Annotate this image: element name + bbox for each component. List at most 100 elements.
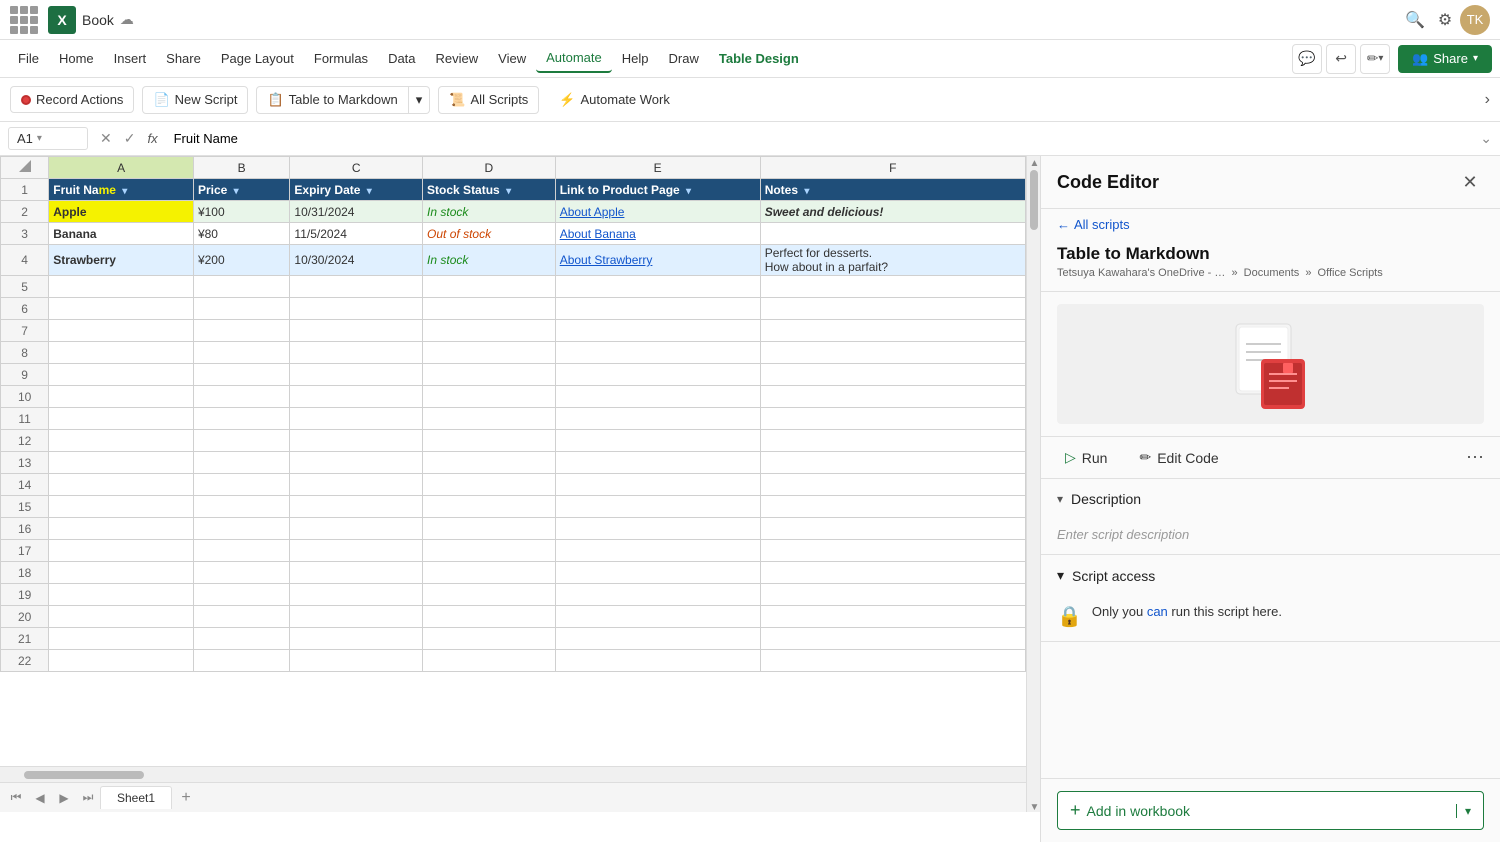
- menu-formulas[interactable]: Formulas: [304, 45, 378, 72]
- lock-icon: 🔒: [1057, 604, 1082, 629]
- spreadsheet: A B C D E F 1 Fruit Name ▾: [0, 156, 1026, 812]
- cell-f1[interactable]: Notes ▾: [760, 179, 1025, 201]
- edit-code-button[interactable]: ✏ Edit Code: [1131, 445, 1226, 470]
- edit-icon-btn[interactable]: ✏ ▾: [1360, 44, 1390, 74]
- sheet-nav-next[interactable]: ▶: [52, 786, 76, 810]
- filter-icon-d1[interactable]: ▾: [506, 186, 511, 197]
- filter-icon-c1[interactable]: ▾: [367, 186, 372, 197]
- panel-header: Code Editor ✕: [1041, 156, 1500, 209]
- cell-b1[interactable]: Price ▾: [193, 179, 289, 201]
- v-scrollbar-thumb[interactable]: [1030, 170, 1038, 230]
- menu-table-design[interactable]: Table Design: [709, 45, 809, 72]
- table-row: 10: [1, 386, 1026, 408]
- scrollbar-down-btn[interactable]: ▼: [1030, 802, 1038, 810]
- expand-formula-button[interactable]: ⌄: [1480, 130, 1492, 147]
- filter-icon-f1[interactable]: ▾: [804, 186, 809, 197]
- toolbar-more-button[interactable]: ›: [1485, 91, 1490, 109]
- menu-automate[interactable]: Automate: [536, 44, 612, 73]
- table-to-markdown-button[interactable]: 📋 Table to Markdown: [256, 86, 408, 114]
- cell-d4[interactable]: In stock: [423, 245, 556, 276]
- cell-a3[interactable]: Banana: [49, 223, 194, 245]
- menu-insert[interactable]: Insert: [104, 45, 157, 72]
- sheet-tab-sheet1[interactable]: Sheet1: [100, 786, 172, 809]
- script-access-header[interactable]: ▾ Script access: [1041, 555, 1500, 596]
- search-button[interactable]: 🔍: [1400, 5, 1430, 35]
- cell-c4[interactable]: 10/30/2024: [290, 245, 423, 276]
- filter-icon-b1[interactable]: ▾: [234, 186, 239, 197]
- panel-more-button[interactable]: ⋯: [1466, 447, 1484, 468]
- menu-home[interactable]: Home: [49, 45, 104, 72]
- sheet-nav-prev[interactable]: ◀: [28, 786, 52, 810]
- script-info: Table to Markdown Tetsuya Kawahara's One…: [1041, 240, 1500, 292]
- history-icon-btn[interactable]: ↩: [1326, 44, 1356, 74]
- filter-icon-a1[interactable]: ▾: [122, 186, 127, 197]
- add-workbook-dropdown-icon[interactable]: ▾: [1456, 804, 1471, 818]
- menu-file[interactable]: File: [8, 45, 49, 72]
- add-sheet-button[interactable]: +: [174, 786, 198, 810]
- menu-review[interactable]: Review: [426, 45, 489, 72]
- run-button[interactable]: ▷ Run: [1057, 445, 1115, 470]
- cell-a2[interactable]: Apple: [49, 201, 194, 223]
- automate-work-button[interactable]: ⚡ Automate Work: [547, 87, 682, 113]
- main-content: A B C D E F 1 Fruit Name ▾: [0, 156, 1500, 812]
- col-header-d[interactable]: D: [423, 157, 556, 179]
- menu-share[interactable]: Share: [156, 45, 211, 72]
- menu-page-layout[interactable]: Page Layout: [211, 45, 304, 72]
- close-panel-button[interactable]: ✕: [1456, 168, 1484, 196]
- vertical-scrollbar[interactable]: ▲ ▼: [1026, 156, 1040, 812]
- script-access-chevron-icon: ▾: [1057, 567, 1064, 584]
- sheet-nav-last[interactable]: ⏭: [76, 786, 100, 810]
- table-row: 14: [1, 474, 1026, 496]
- new-script-button[interactable]: 📄 New Script: [142, 86, 248, 114]
- cell-f2[interactable]: Sweet and delicious!: [760, 201, 1025, 223]
- formula-input[interactable]: [170, 129, 1473, 148]
- cell-b4[interactable]: ¥200: [193, 245, 289, 276]
- menu-view[interactable]: View: [488, 45, 536, 72]
- menu-draw[interactable]: Draw: [659, 45, 709, 72]
- cell-b3[interactable]: ¥80: [193, 223, 289, 245]
- cell-e4[interactable]: About Strawberry: [555, 245, 760, 276]
- cell-a1[interactable]: Fruit Name ▾: [49, 179, 194, 201]
- user-avatar[interactable]: TK: [1460, 5, 1490, 35]
- confirm-formula-button[interactable]: ✓: [120, 128, 140, 149]
- cell-e3[interactable]: About Banana: [555, 223, 760, 245]
- cell-c3[interactable]: 11/5/2024: [290, 223, 423, 245]
- sheet-nav-first[interactable]: ⏮: [4, 786, 28, 810]
- cell-a4[interactable]: Strawberry: [49, 245, 194, 276]
- cell-d2[interactable]: In stock: [423, 201, 556, 223]
- comment-icon-btn[interactable]: 💬: [1292, 44, 1322, 74]
- cell-d3[interactable]: Out of stock: [423, 223, 556, 245]
- col-header-a[interactable]: A: [49, 157, 194, 179]
- all-scripts-button[interactable]: 📜 All Scripts: [438, 86, 539, 114]
- settings-button[interactable]: ⚙: [1430, 5, 1460, 35]
- panel-actions: ▷ Run ✏ Edit Code ⋯: [1041, 436, 1500, 479]
- cell-f4[interactable]: Perfect for desserts.How about in a parf…: [760, 245, 1025, 276]
- cell-c1[interactable]: Expiry Date ▾: [290, 179, 423, 201]
- cell-e1[interactable]: Link to Product Page ▾: [555, 179, 760, 201]
- cell-reference-box[interactable]: A1 ▾: [8, 127, 88, 150]
- scrollbar-up-btn[interactable]: ▲: [1030, 158, 1038, 166]
- spreadsheet-table: A B C D E F 1 Fruit Name ▾: [0, 156, 1026, 672]
- description-section-header[interactable]: ▾ Description: [1041, 479, 1500, 519]
- share-button[interactable]: 👥 Share ▾: [1398, 45, 1492, 73]
- table-to-markdown-dropdown[interactable]: ▾: [409, 86, 431, 114]
- menu-data[interactable]: Data: [378, 45, 425, 72]
- record-actions-button[interactable]: Record Actions: [10, 86, 134, 113]
- cancel-formula-button[interactable]: ✕: [96, 128, 116, 149]
- col-header-f[interactable]: F: [760, 157, 1025, 179]
- scrollbar-thumb[interactable]: [24, 771, 144, 779]
- add-in-workbook-button[interactable]: + Add in workbook ▾: [1057, 791, 1484, 830]
- waffle-icon[interactable]: [10, 6, 38, 34]
- cell-e2[interactable]: About Apple: [555, 201, 760, 223]
- col-header-c[interactable]: C: [290, 157, 423, 179]
- horizontal-scrollbar[interactable]: [0, 766, 1026, 782]
- filter-icon-e1[interactable]: ▾: [686, 186, 691, 197]
- col-header-b[interactable]: B: [193, 157, 289, 179]
- all-scripts-back-button[interactable]: ← All scripts: [1057, 217, 1130, 232]
- cell-b2[interactable]: ¥100: [193, 201, 289, 223]
- cell-c2[interactable]: 10/31/2024: [290, 201, 423, 223]
- cell-d1[interactable]: Stock Status ▾: [423, 179, 556, 201]
- col-header-e[interactable]: E: [555, 157, 760, 179]
- cell-f3[interactable]: [760, 223, 1025, 245]
- menu-help[interactable]: Help: [612, 45, 659, 72]
